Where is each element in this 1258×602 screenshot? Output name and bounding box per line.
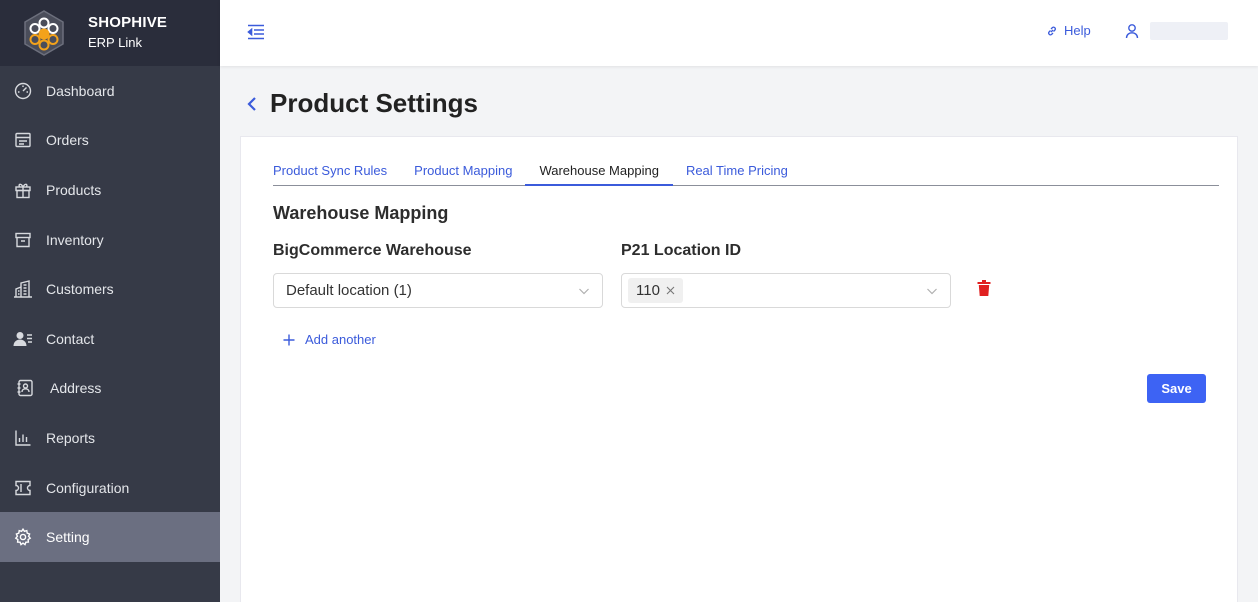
tab-warehouse-mapping[interactable]: Warehouse Mapping [525,160,674,186]
back-chevron-icon[interactable] [246,92,262,116]
sidebar-item-label: Address [50,380,102,397]
plus-icon [283,334,295,346]
p21-location-select[interactable]: 110 [621,273,951,308]
sidebar-item-label: Inventory [46,231,104,248]
help-label: Help [1064,23,1091,38]
location-tag-label: 110 [636,282,660,299]
sidebar-item-label: Dashboard [46,82,115,99]
brand[interactable]: SHOPHIVE ERP Link [0,0,220,66]
sidebar-item-setting[interactable]: Setting [0,512,220,562]
brand-text: SHOPHIVE ERP Link [88,13,167,53]
address-book-icon [15,378,35,398]
sidebar-item-label: Setting [46,529,90,546]
sidebar-item-label: Customers [46,281,114,298]
bigcommerce-warehouse-select[interactable]: Default location (1) [273,273,603,308]
gear-icon [13,527,33,547]
link-icon [1048,26,1056,35]
tab-real-time-pricing[interactable]: Real Time Pricing [686,160,788,185]
gift-icon [13,180,33,200]
brand-subtitle: ERP Link [88,35,142,50]
help-link[interactable]: Help [1046,23,1091,38]
sidebar-item-contact[interactable]: Contact [0,314,220,364]
add-another-button[interactable]: Add another [283,332,376,347]
bigcommerce-warehouse-label: BigCommerce Warehouse [273,242,472,259]
page-header: Product Settings [246,88,478,119]
sidebar-item-reports[interactable]: Reports [0,413,220,463]
brand-name: SHOPHIVE [88,14,168,31]
sidebar-item-dashboard[interactable]: Dashboard [0,66,220,116]
tab-product-mapping[interactable]: Product Mapping [414,160,512,185]
sidebar-item-label: Orders [46,132,89,149]
trash-icon [977,280,991,296]
user-name-redacted [1150,22,1228,40]
dashboard-icon [13,81,33,101]
user-icon [1125,24,1139,39]
sidebar-item-label: Products [46,181,102,198]
sidebar-item-customers[interactable]: Customers [0,264,220,314]
collapse-menu-icon[interactable] [246,22,266,42]
orders-icon [13,130,33,150]
tab-product-sync-rules[interactable]: Product Sync Rules [273,160,387,185]
configuration-icon [13,478,33,498]
save-button[interactable]: Save [1147,374,1206,403]
sidebar: SHOPHIVE ERP Link Dashboard Orders Produ… [0,0,220,602]
bigcommerce-warehouse-value: Default location (1) [286,282,412,299]
location-tag: 110 [628,278,683,303]
remove-tag-icon[interactable] [666,286,675,295]
shophive-logo-icon [20,9,68,57]
sidebar-item-configuration[interactable]: Configuration [0,463,220,513]
sidebar-item-products[interactable]: Products [0,165,220,215]
topbar: Help [220,0,1258,66]
building-icon [13,279,33,299]
bar-chart-icon [13,428,33,448]
sidebar-item-label: Contact [46,330,95,347]
delete-row-button[interactable] [976,278,992,298]
section-title: Warehouse Mapping [273,203,449,223]
sidebar-item-inventory[interactable]: Inventory [0,215,220,265]
sidebar-item-orders[interactable]: Orders [0,116,220,166]
contact-icon [13,329,33,349]
box-icon [13,230,33,250]
page-title: Product Settings [270,88,479,118]
settings-card: Product Sync Rules Product Mapping Wareh… [240,136,1238,602]
chevron-down-icon [579,288,589,295]
sidebar-item-label: Configuration [46,479,130,496]
sidebar-nav: Dashboard Orders Products Inventory Cust… [0,66,220,562]
settings-tabs: Product Sync Rules Product Mapping Wareh… [273,160,1219,186]
p21-location-label: P21 Location ID [621,242,742,259]
sidebar-item-label: Reports [46,429,96,446]
add-another-label: Add another [305,332,376,347]
user-menu[interactable] [1124,22,1228,40]
chevron-down-icon [927,288,937,295]
sidebar-item-address[interactable]: Address [0,364,220,414]
